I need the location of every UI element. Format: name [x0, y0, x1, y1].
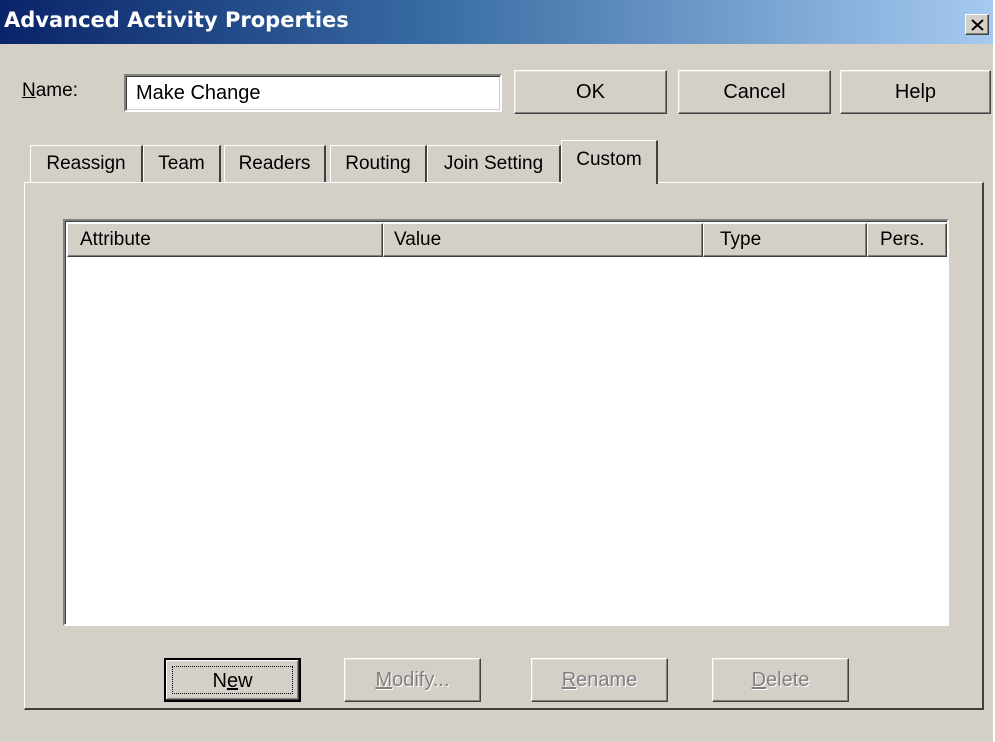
close-button[interactable]: [965, 14, 989, 35]
modify-label-mnemonic: M: [375, 669, 393, 691]
delete-label-mnemonic: D: [751, 669, 767, 691]
delete-button[interactable]: Delete: [712, 658, 849, 702]
cancel-button[interactable]: Cancel: [678, 70, 831, 114]
rename-label-mnemonic: R: [561, 669, 577, 691]
tab-label: Reassign: [46, 153, 126, 174]
name-label-mnemonic: N: [22, 80, 36, 101]
tab-join-setting[interactable]: Join Setting: [427, 145, 561, 183]
rename-button-label: Rename: [562, 659, 638, 701]
tab-custom[interactable]: Custom: [561, 140, 658, 184]
new-button-label: New: [212, 660, 252, 702]
help-button-label: Help: [894, 81, 937, 103]
tab-label: Join Setting: [443, 153, 544, 174]
ok-button-label: OK: [576, 81, 605, 103]
name-label-rest: ame:: [35, 80, 78, 101]
close-icon: [971, 19, 984, 31]
tab-label: Routing: [345, 153, 411, 174]
name-label: Name:: [22, 80, 78, 102]
modify-button[interactable]: Modify...: [344, 658, 481, 702]
active-tab-connector: [563, 180, 656, 184]
help-button[interactable]: Help: [840, 70, 991, 114]
new-button[interactable]: New: [164, 658, 301, 702]
name-input[interactable]: [124, 74, 502, 112]
column-header-type[interactable]: Type: [703, 223, 867, 257]
tab-team[interactable]: Team: [143, 145, 221, 183]
column-header-pers[interactable]: Pers.: [867, 223, 947, 257]
tab-label: Readers: [238, 153, 311, 174]
cancel-button-label: Cancel: [723, 81, 786, 103]
delete-label-post: elete: [766, 669, 810, 691]
advanced-activity-properties-dialog: Advanced Activity Properties Name: OK Ca…: [0, 0, 995, 742]
modify-button-label: Modify...: [375, 659, 449, 701]
column-header-value[interactable]: Value: [383, 223, 703, 257]
tab-readers[interactable]: Readers: [224, 145, 326, 183]
column-header-attribute[interactable]: Attribute: [67, 223, 383, 257]
tab-routing[interactable]: Routing: [330, 145, 427, 183]
tab-label: Team: [158, 153, 205, 174]
new-label-pre: N: [212, 670, 227, 692]
rename-button[interactable]: Rename: [531, 658, 668, 702]
modify-label-post: odify...: [392, 669, 450, 691]
tab-reassign[interactable]: Reassign: [30, 145, 143, 183]
attributes-list-header: Attribute Value Type Pers.: [67, 223, 947, 257]
title-bar[interactable]: Advanced Activity Properties: [0, 0, 993, 44]
attributes-list[interactable]: Attribute Value Type Pers.: [63, 219, 949, 626]
new-label-mnemonic: e: [226, 670, 239, 692]
tab-label: Custom: [576, 149, 642, 170]
ok-button[interactable]: OK: [514, 70, 667, 114]
delete-button-label: Delete: [752, 659, 810, 701]
rename-label-post: ename: [576, 669, 638, 691]
window-title: Advanced Activity Properties: [4, 8, 349, 32]
new-label-post: w: [238, 670, 253, 692]
